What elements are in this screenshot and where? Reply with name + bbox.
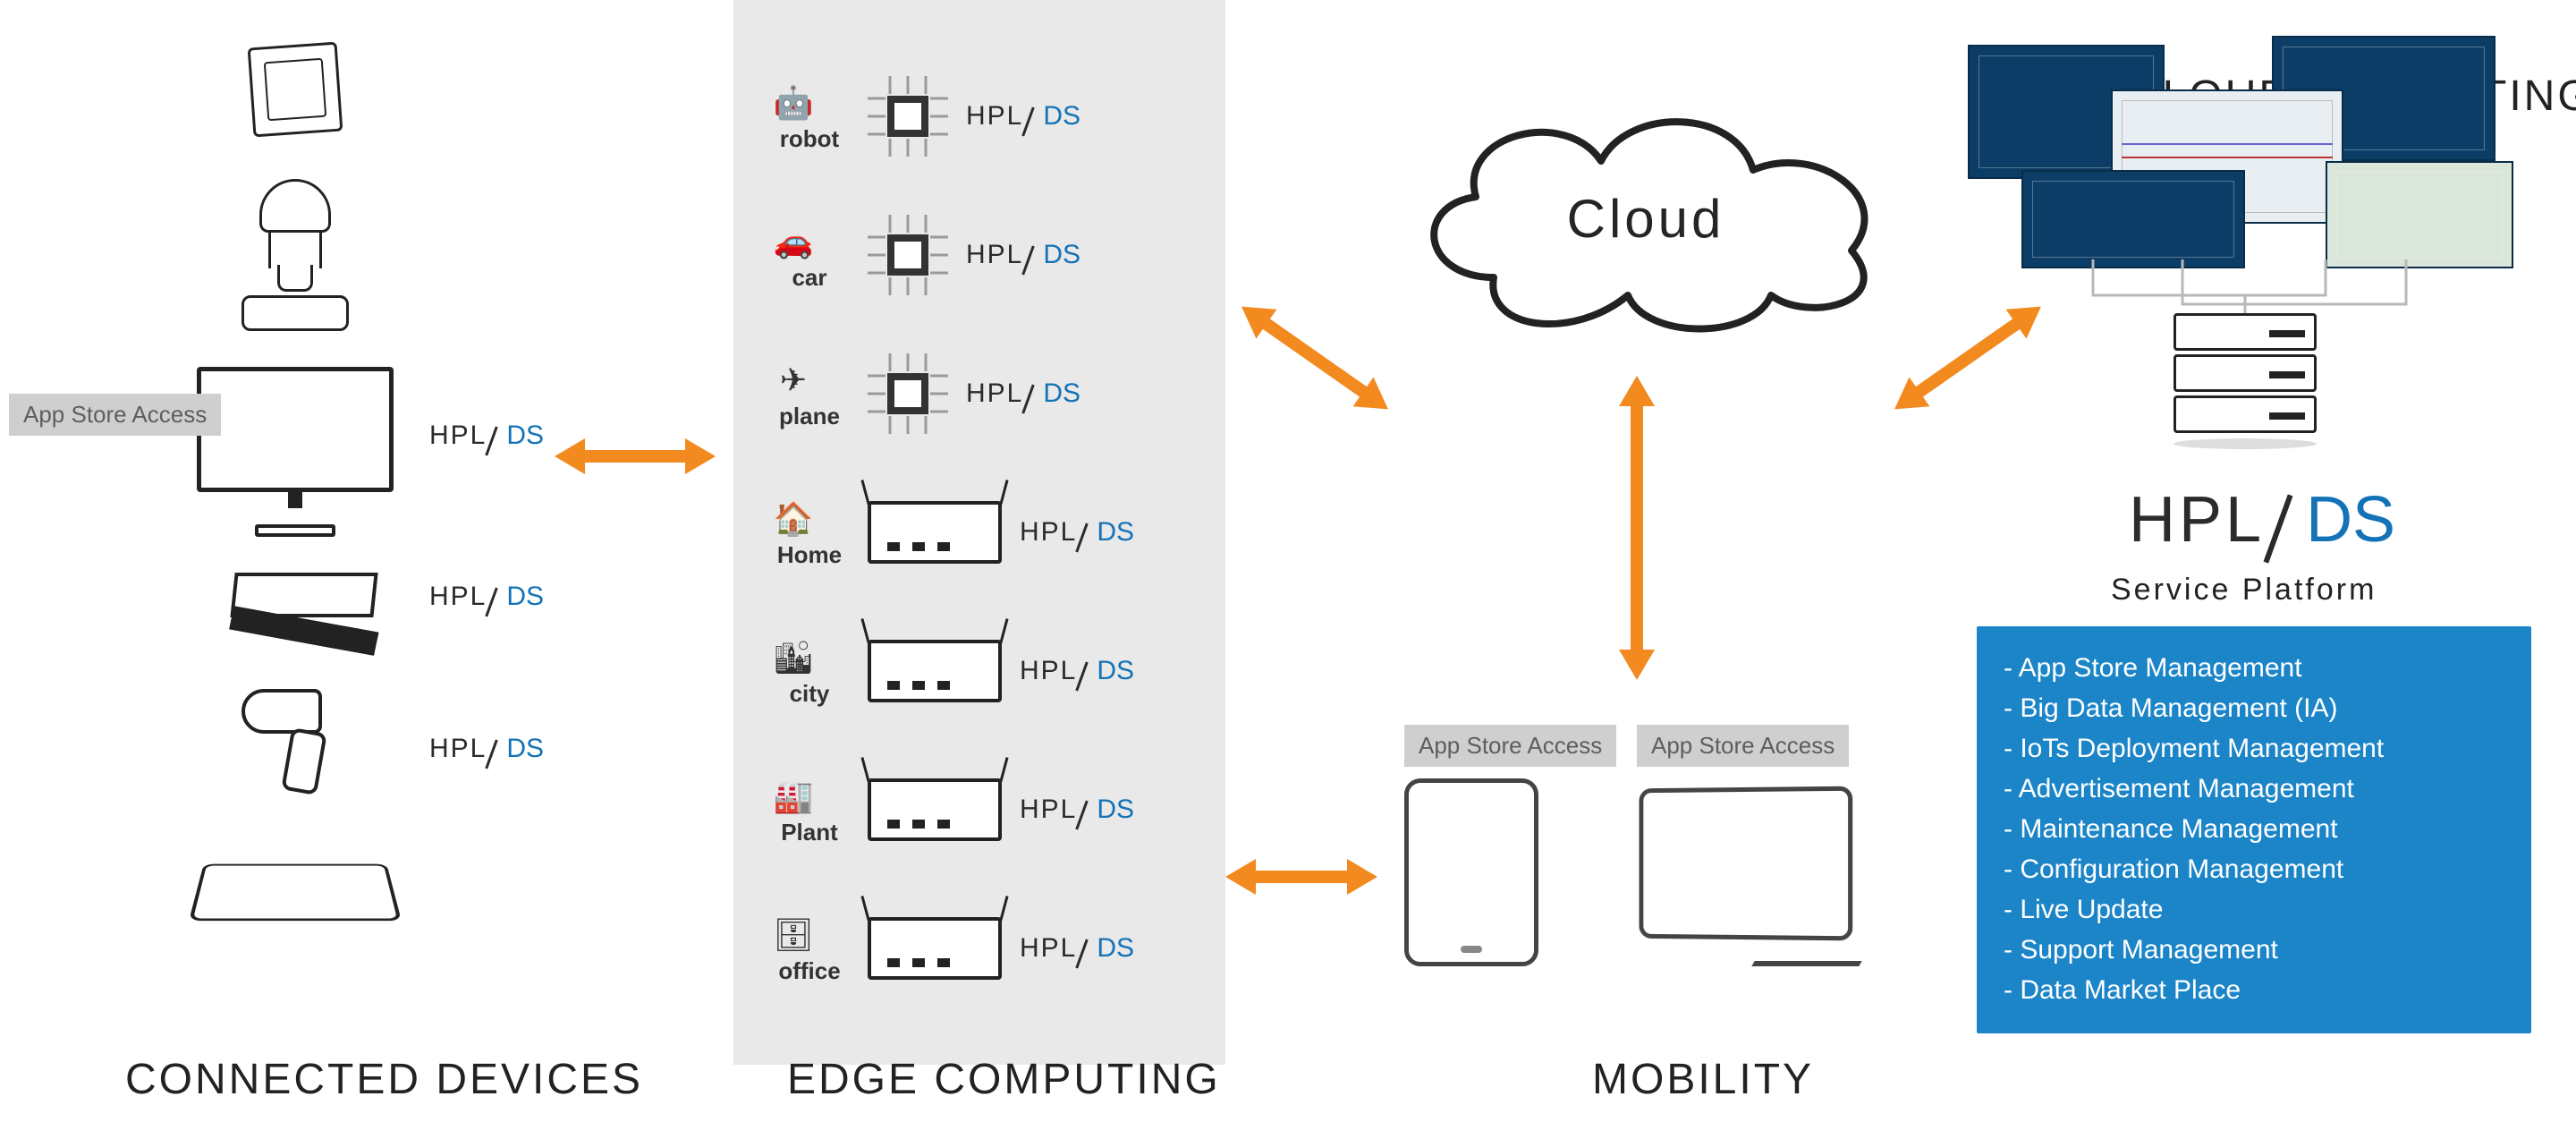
edge-label: robot bbox=[769, 125, 850, 153]
dashboards-cluster bbox=[1968, 36, 2522, 268]
edge-row-car: 🚗car HPLDS bbox=[769, 192, 1199, 318]
hplds-logo-drill: HPLDS bbox=[429, 734, 544, 764]
service-feature-item: - Live Update bbox=[2004, 889, 2504, 930]
edge-label: plane bbox=[769, 403, 850, 430]
dashboard-thumb-icon bbox=[2326, 161, 2513, 268]
plant-icon: 🏭 bbox=[769, 774, 818, 819]
hplds-logo: HPLDS bbox=[966, 101, 1080, 132]
chip-icon bbox=[868, 76, 948, 157]
city-icon: 🏙 bbox=[769, 635, 818, 680]
router-icon bbox=[868, 778, 1002, 841]
arrow-devices-edge bbox=[555, 438, 716, 474]
edge-row-robot: 🤖robot HPLDS bbox=[769, 54, 1199, 179]
hplds-logo: HPLDS bbox=[966, 378, 1080, 409]
edge-label: Plant bbox=[769, 819, 850, 846]
arrow-edge-cloud bbox=[1232, 292, 1399, 423]
service-features: - App Store Management - Big Data Manage… bbox=[1977, 626, 2531, 1033]
section-title-devices: Connected Devices bbox=[125, 1055, 643, 1104]
hplds-logo: HPLDS bbox=[1020, 517, 1134, 548]
home-icon: 🏠 bbox=[769, 497, 818, 541]
service-feature-item: - Advertisement Management bbox=[2004, 769, 2504, 809]
mobility-tablet-icon bbox=[1404, 778, 1538, 966]
dashboard-thumb-icon bbox=[2021, 170, 2245, 268]
mobility-desktop-icon bbox=[1619, 778, 1878, 966]
section-title-edge: Edge Computing bbox=[787, 1055, 1221, 1104]
office-icon: 🗄 bbox=[769, 913, 818, 957]
edge-label: car bbox=[769, 264, 850, 292]
device-coffee-machine bbox=[242, 179, 349, 331]
edge-row-city: 🏙city HPLDS bbox=[769, 608, 1199, 734]
edge-row-office: 🗄office HPLDS bbox=[769, 886, 1199, 1011]
app-store-access-badge: App Store Access bbox=[9, 394, 221, 436]
edge-label: office bbox=[769, 957, 850, 985]
service-feature-item: - Maintenance Management bbox=[2004, 809, 2504, 849]
arrow-cloud-cloudcomp bbox=[1885, 292, 2052, 423]
app-store-access-badge-desk: App Store Access bbox=[1637, 725, 1849, 767]
service-feature-item: - Big Data Management (IA) bbox=[2004, 688, 2504, 728]
diagram-stage: Connected Devices Edge Computing Mobilit… bbox=[0, 0, 2576, 1122]
device-scale bbox=[197, 841, 394, 939]
chip-icon bbox=[868, 353, 948, 434]
cloud-label: Cloud bbox=[1395, 188, 1896, 250]
settop-icon bbox=[230, 573, 377, 617]
arrow-edge-mobility bbox=[1225, 859, 1377, 895]
device-set-top-box bbox=[233, 573, 376, 617]
cloud: Cloud bbox=[1395, 72, 1896, 340]
service-platform-label: Service Platform bbox=[2111, 573, 2377, 608]
monitor-icon bbox=[197, 367, 394, 492]
edge-row-plane: ✈plane HPLDS bbox=[769, 331, 1199, 456]
chip-icon bbox=[868, 215, 948, 295]
scale-icon bbox=[189, 864, 402, 921]
hplds-logo-stb: HPLDS bbox=[429, 582, 544, 612]
section-title-mobility: Mobility bbox=[1592, 1055, 1814, 1104]
router-icon bbox=[868, 501, 1002, 564]
service-feature-item: - Support Management bbox=[2004, 930, 2504, 970]
hplds-logo-main: HPLDS bbox=[2129, 483, 2395, 557]
edge-label: Home bbox=[769, 541, 850, 569]
car-icon: 🚗 bbox=[769, 219, 818, 264]
device-monitor bbox=[197, 367, 394, 537]
hplds-logo: HPLDS bbox=[1020, 795, 1134, 825]
plane-icon: ✈ bbox=[769, 358, 818, 403]
service-feature-item: - IoTs Deployment Management bbox=[2004, 728, 2504, 769]
edge-row-plant: 🏭Plant HPLDS bbox=[769, 747, 1199, 872]
edge-label: city bbox=[769, 680, 850, 708]
hplds-logo: HPLDS bbox=[1020, 656, 1134, 686]
router-icon bbox=[868, 917, 1002, 980]
service-feature-item: - Data Market Place bbox=[2004, 970, 2504, 1010]
hplds-logo: HPLDS bbox=[1020, 933, 1134, 964]
service-feature-item: - Configuration Management bbox=[2004, 849, 2504, 889]
router-icon bbox=[868, 640, 1002, 702]
app-store-access-badge-tablet: App Store Access bbox=[1404, 725, 1616, 767]
thermostat-icon bbox=[248, 42, 343, 138]
hplds-logo: HPLDS bbox=[966, 240, 1080, 270]
device-drill bbox=[242, 680, 349, 787]
drill-icon bbox=[242, 680, 349, 787]
server-icon bbox=[2174, 313, 2317, 438]
coffee-icon bbox=[242, 179, 349, 331]
device-thermostat bbox=[250, 45, 340, 134]
hplds-logo-monitor: HPLDS bbox=[429, 421, 544, 451]
edge-row-home: 🏠Home HPLDS bbox=[769, 470, 1199, 595]
robot-icon: 🤖 bbox=[769, 81, 818, 125]
service-feature-item: - App Store Management bbox=[2004, 648, 2504, 688]
arrow-cloud-mobility bbox=[1619, 376, 1655, 680]
